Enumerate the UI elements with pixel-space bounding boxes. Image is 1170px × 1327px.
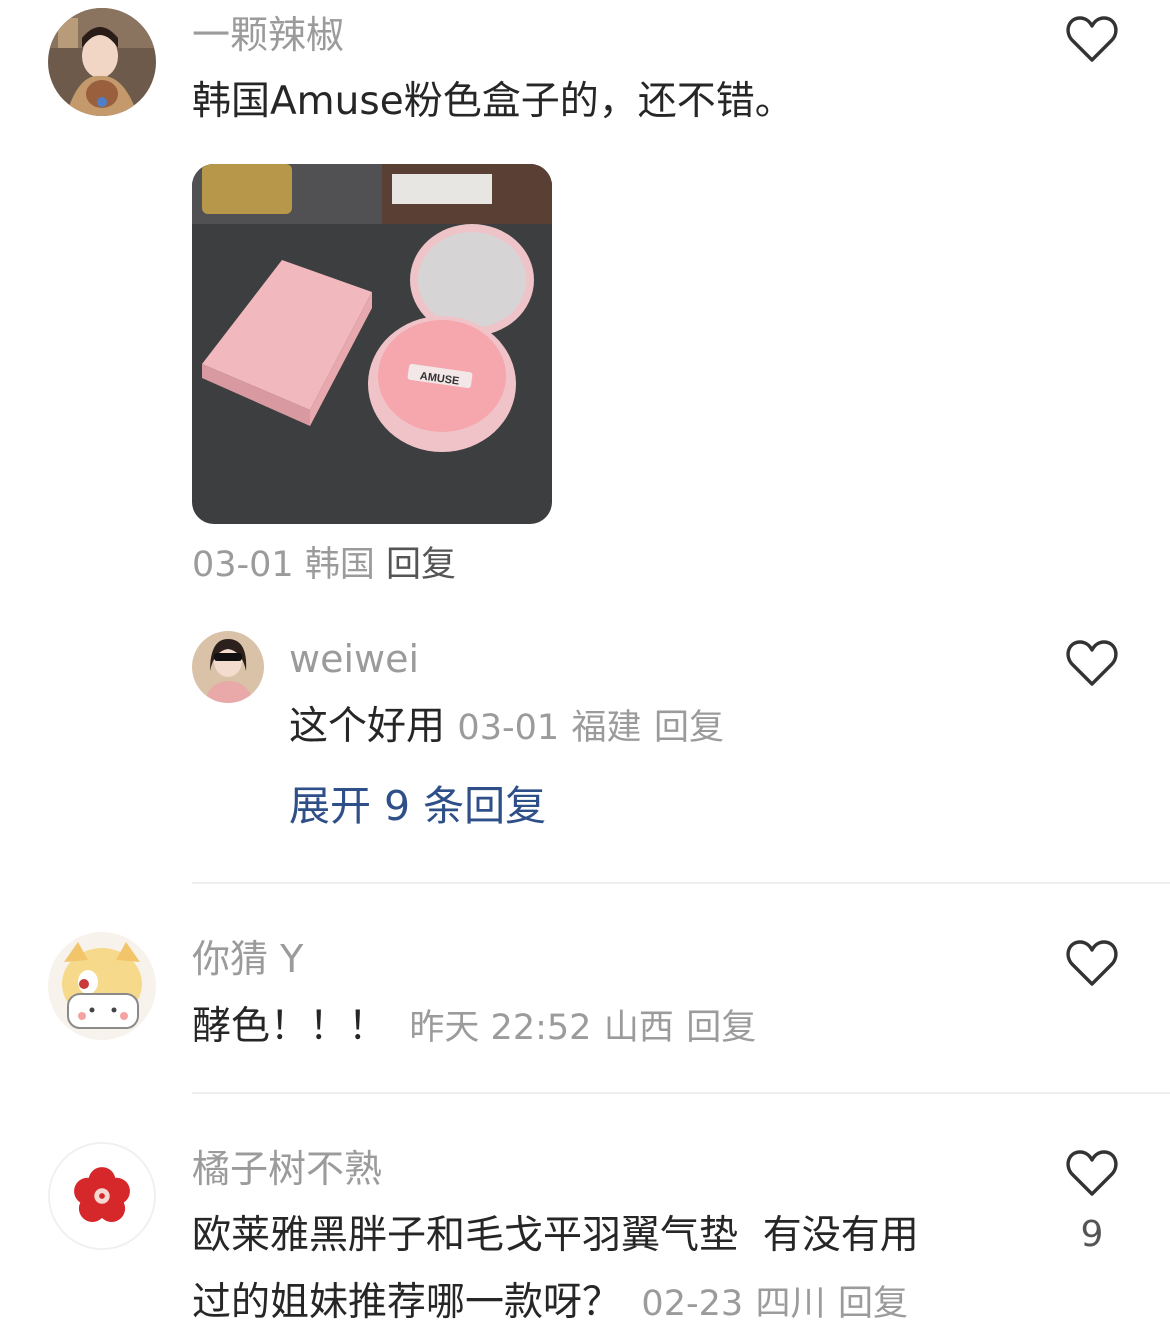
comment-text-line: 欧莱雅黑胖子和毛戈平羽翼气垫 有没有用	[192, 1213, 919, 1258]
reply-author[interactable]: weiwei	[289, 640, 419, 678]
comment-text-line: 过的姐妹推荐哪一款呀？	[192, 1280, 622, 1325]
reply-button[interactable]: 回复	[386, 545, 456, 585]
like-heart-icon[interactable]	[1065, 14, 1119, 64]
comment-author[interactable]: 橘子树不熟	[192, 1150, 382, 1188]
comment-photo[interactable]: AMUSE	[192, 164, 552, 524]
comment-text: 酵色！！！	[192, 1004, 388, 1049]
comment-author[interactable]: 一颗辣椒	[192, 16, 344, 54]
reply-button[interactable]: 回复	[838, 1284, 908, 1324]
comment-location: 山西	[603, 1008, 674, 1048]
avatar[interactable]	[48, 8, 156, 116]
comment-content: 酵色！！！ 昨天 22:52 山西 回复	[192, 1007, 756, 1046]
like-heart-icon[interactable]	[1065, 938, 1119, 988]
comment-time: 昨天 22:52	[409, 1008, 592, 1048]
comment-date: 03-01	[192, 545, 294, 585]
like-count: 9	[1080, 1214, 1104, 1255]
comment-date: 02-23	[641, 1284, 744, 1324]
comment-location: 四川	[755, 1284, 826, 1324]
reply-text: 这个好用	[289, 704, 446, 749]
comment-meta: 03-01 韩国 回复	[192, 548, 456, 583]
comment-location: 韩国	[304, 545, 375, 585]
like-heart-icon[interactable]	[1065, 1148, 1119, 1198]
comment-text: 韩国Amuse粉色盒子的，还不错。	[192, 79, 794, 124]
reply-button[interactable]: 回复	[654, 708, 724, 748]
reply-button[interactable]: 回复	[686, 1008, 756, 1048]
divider	[192, 1092, 1170, 1094]
like-heart-icon[interactable]	[1065, 638, 1119, 688]
comment-author[interactable]: 你猜 Y	[192, 940, 303, 978]
avatar[interactable]	[48, 1142, 156, 1250]
expand-replies-link[interactable]: 展开 9 条回复	[289, 786, 546, 827]
comment-content: 过的姐妹推荐哪一款呀？ 02-23 四川 回复	[192, 1283, 908, 1322]
divider	[192, 882, 1170, 884]
reply-location: 福建	[571, 708, 642, 748]
avatar[interactable]	[192, 631, 264, 703]
avatar[interactable]	[48, 932, 156, 1040]
reply-content: 这个好用 03-01 福建 回复	[289, 707, 724, 746]
reply-date: 03-01	[457, 708, 560, 748]
